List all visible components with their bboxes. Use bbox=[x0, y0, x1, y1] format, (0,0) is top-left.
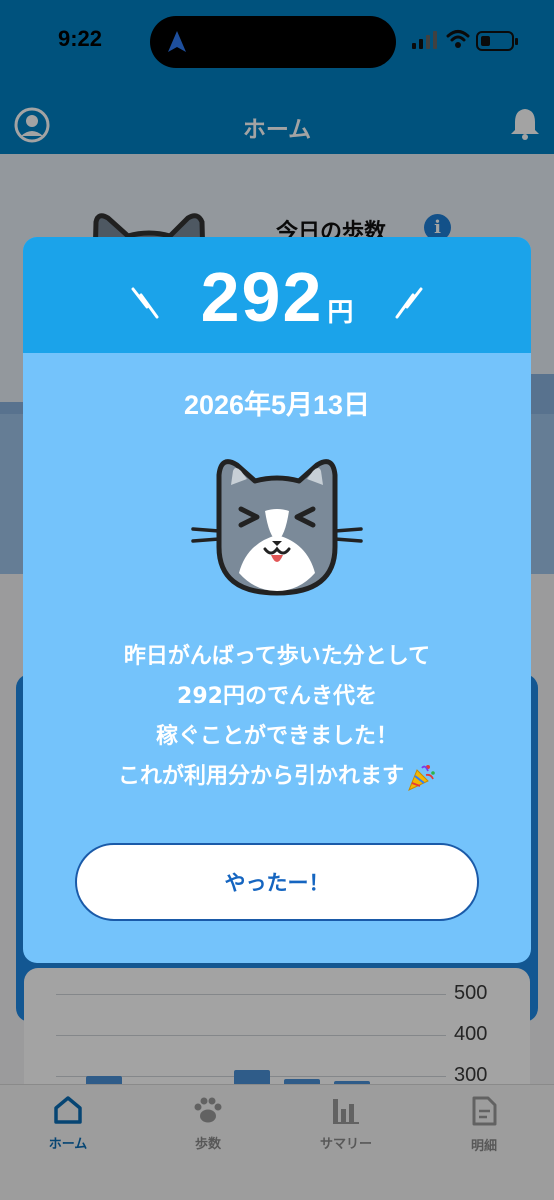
sparkle-right-icon bbox=[395, 287, 423, 319]
party-popper-icon bbox=[408, 765, 435, 791]
message-line: 292円のでんき代を bbox=[177, 684, 377, 709]
happy-cat-icon bbox=[191, 459, 363, 596]
message-line: 昨日がんばって歩いた分として bbox=[123, 644, 431, 669]
reward-modal: 292 円 2026年5月13日 昨日がんばって歩いた分として 292円のでんき代… bbox=[23, 237, 531, 963]
message-line-text: これが利用分から引かれます bbox=[117, 764, 404, 789]
amount-unit: 円 bbox=[327, 298, 354, 328]
reward-amount: 292 円 bbox=[23, 257, 531, 337]
confirm-button[interactable]: やったー！ bbox=[75, 843, 479, 921]
message-line-last: これが利用分から引かれます bbox=[23, 757, 531, 797]
reward-message: 昨日がんばって歩いた分として 292円のでんき代を 稼ぐことができました！ これ… bbox=[23, 637, 531, 797]
reward-date: 2026年5月13日 bbox=[183, 390, 371, 420]
amount-value: 292 bbox=[200, 258, 324, 336]
message-line: 稼ぐことができました！ bbox=[155, 724, 398, 749]
modal-header: 292 円 bbox=[23, 237, 531, 353]
